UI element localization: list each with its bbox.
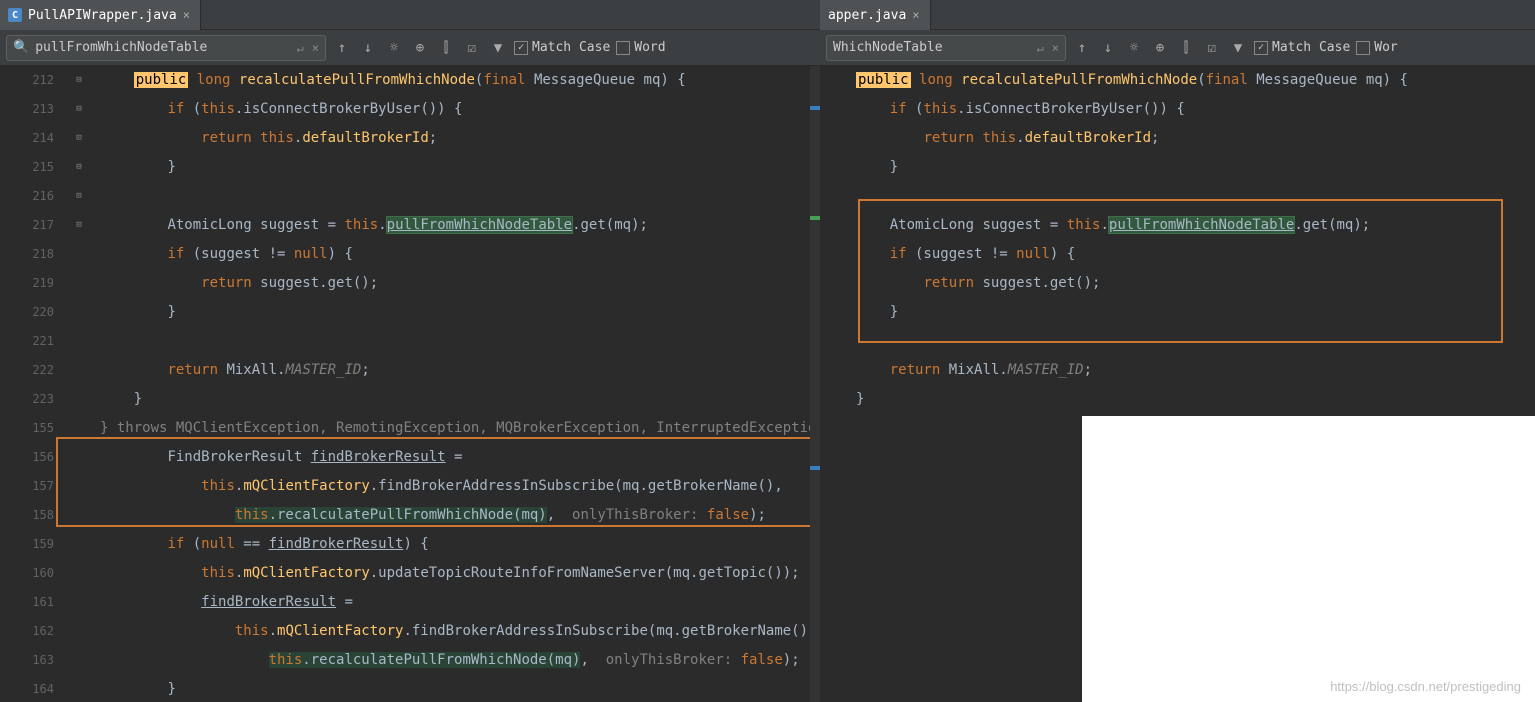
- toggle-icon[interactable]: ⫿: [1176, 38, 1196, 58]
- clear-icon[interactable]: ×: [1052, 41, 1059, 55]
- words-checkbox[interactable]: Word: [616, 40, 665, 55]
- find-bar-left: 🔍 ↵ × ↑ ↓ ☼ ⊕ ⫿ ☑ ▼ Match Case Word: [0, 30, 820, 66]
- filter-icon[interactable]: ▼: [488, 38, 508, 58]
- select-word-icon[interactable]: ☑: [462, 38, 482, 58]
- find-bar-right: ↵× ↑ ↓ ☼ ⊕ ⫿ ☑ ▼ Match Case Wor: [820, 30, 1535, 66]
- next-match-icon[interactable]: ↓: [1098, 38, 1118, 58]
- line-number-gutter: 212213214 215216217 218219220 221222223 …: [0, 66, 62, 702]
- blank-region: [1082, 416, 1535, 702]
- add-selection-icon[interactable]: ⊕: [410, 38, 430, 58]
- close-icon[interactable]: ×: [912, 8, 919, 22]
- editor-pane-left: C PullAPIWrapper.java × 🔍 ↵ × ↑ ↓ ☼ ⊕ ⫿ ☑…: [0, 0, 820, 702]
- watermark: https://blog.csdn.net/prestigeding: [1330, 679, 1521, 694]
- filter-icon[interactable]: ▼: [1228, 38, 1248, 58]
- add-selection-icon[interactable]: ⊕: [1150, 38, 1170, 58]
- enter-icon: ↵: [1037, 41, 1044, 55]
- code-area[interactable]: public long recalculatePullFromWhichNode…: [100, 66, 820, 702]
- code-editor-left[interactable]: 212213214 215216217 218219220 221222223 …: [0, 66, 820, 702]
- match-case-checkbox[interactable]: Match Case: [514, 40, 610, 55]
- search-input[interactable]: [833, 40, 1031, 55]
- search-input[interactable]: [35, 40, 290, 55]
- next-match-icon[interactable]: ↓: [358, 38, 378, 58]
- search-icon: 🔍: [13, 40, 29, 55]
- match-case-checkbox[interactable]: Match Case: [1254, 40, 1350, 55]
- java-class-icon: C: [8, 8, 22, 22]
- clear-icon[interactable]: ×: [312, 41, 319, 55]
- search-box[interactable]: 🔍 ↵ ×: [6, 35, 326, 61]
- fold-gutter: ⊟⊟⊡ ⊟ ⊡⊡: [62, 66, 96, 240]
- tab-bar: C PullAPIWrapper.java ×: [0, 0, 820, 30]
- words-checkbox[interactable]: Wor: [1356, 40, 1397, 55]
- select-all-icon[interactable]: ☼: [384, 38, 404, 58]
- tab-file-left[interactable]: C PullAPIWrapper.java ×: [0, 0, 201, 30]
- close-icon[interactable]: ×: [183, 8, 190, 22]
- tab-filename: PullAPIWrapper.java: [28, 8, 177, 23]
- tab-bar: apper.java ×: [820, 0, 1535, 30]
- toggle-icon[interactable]: ⫿: [436, 38, 456, 58]
- select-all-icon[interactable]: ☼: [1124, 38, 1144, 58]
- prev-match-icon[interactable]: ↑: [1072, 38, 1092, 58]
- prev-match-icon[interactable]: ↑: [332, 38, 352, 58]
- code-area[interactable]: public long recalculatePullFromWhichNode…: [856, 66, 1535, 414]
- search-box[interactable]: ↵×: [826, 35, 1066, 61]
- tab-file-right[interactable]: apper.java ×: [820, 0, 931, 30]
- select-word-icon[interactable]: ☑: [1202, 38, 1222, 58]
- enter-icon: ↵: [297, 41, 304, 55]
- scroll-stripe-left[interactable]: [810, 66, 820, 702]
- tab-filename: apper.java: [828, 8, 906, 23]
